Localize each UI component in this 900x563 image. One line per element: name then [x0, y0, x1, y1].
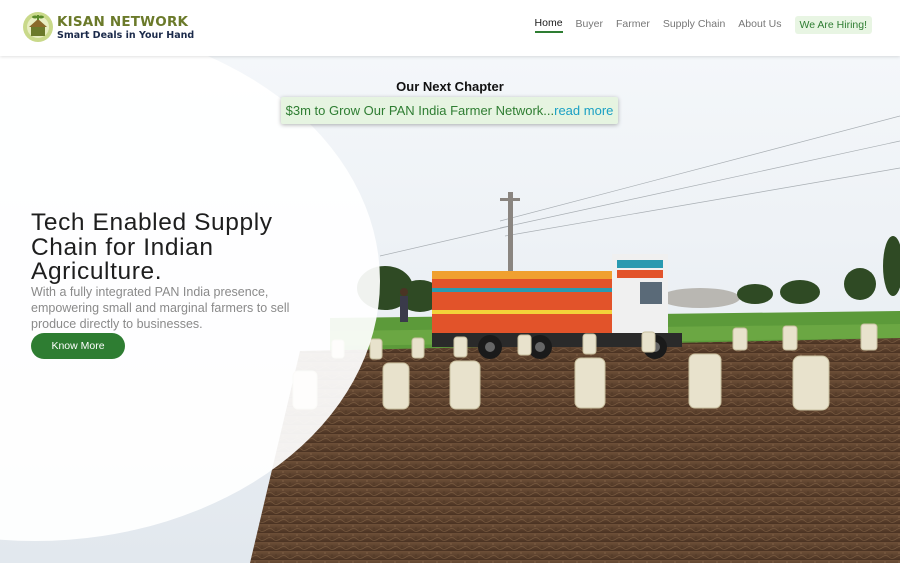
brand-tagline: Smart Deals in Your Hand — [57, 30, 195, 41]
nav-item-farmer[interactable]: Farmer — [616, 18, 650, 32]
kisan-network-logo-icon — [23, 12, 53, 42]
nav-item-supply-chain[interactable]: Supply Chain — [663, 18, 725, 32]
nav-item-home[interactable]: Home — [534, 17, 563, 33]
know-more-button[interactable]: Know More — [31, 333, 125, 359]
hero-section: Our Next Chapter $3m to Grow Our PAN Ind… — [0, 56, 900, 563]
main-nav: Home Buyer Farmer Supply Chain About Us … — [522, 16, 872, 34]
hero-heading: Tech Enabled Supply Chain for Indian Agr… — [31, 209, 273, 285]
read-more-link[interactable]: read more — [554, 103, 613, 118]
nav-item-buyer[interactable]: Buyer — [576, 18, 603, 32]
brand-name: KISAN NETWORK — [57, 13, 189, 30]
brand-logo[interactable]: KISAN NETWORK Smart Deals in Your Hand — [22, 11, 194, 43]
announcement-text: $3m to Grow Our PAN India Farmer Network… — [285, 103, 555, 118]
site-header: KISAN NETWORK Smart Deals in Your Hand H… — [0, 0, 900, 56]
announcement-banner[interactable]: $3m to Grow Our PAN India Farmer Network… — [281, 97, 618, 124]
hiring-button[interactable]: We Are Hiring! — [794, 16, 872, 34]
announcement-title: Our Next Chapter — [396, 79, 504, 94]
nav-item-about-us[interactable]: About Us — [738, 18, 781, 32]
hero-subtext: With a fully integrated PAN India presen… — [31, 285, 290, 331]
